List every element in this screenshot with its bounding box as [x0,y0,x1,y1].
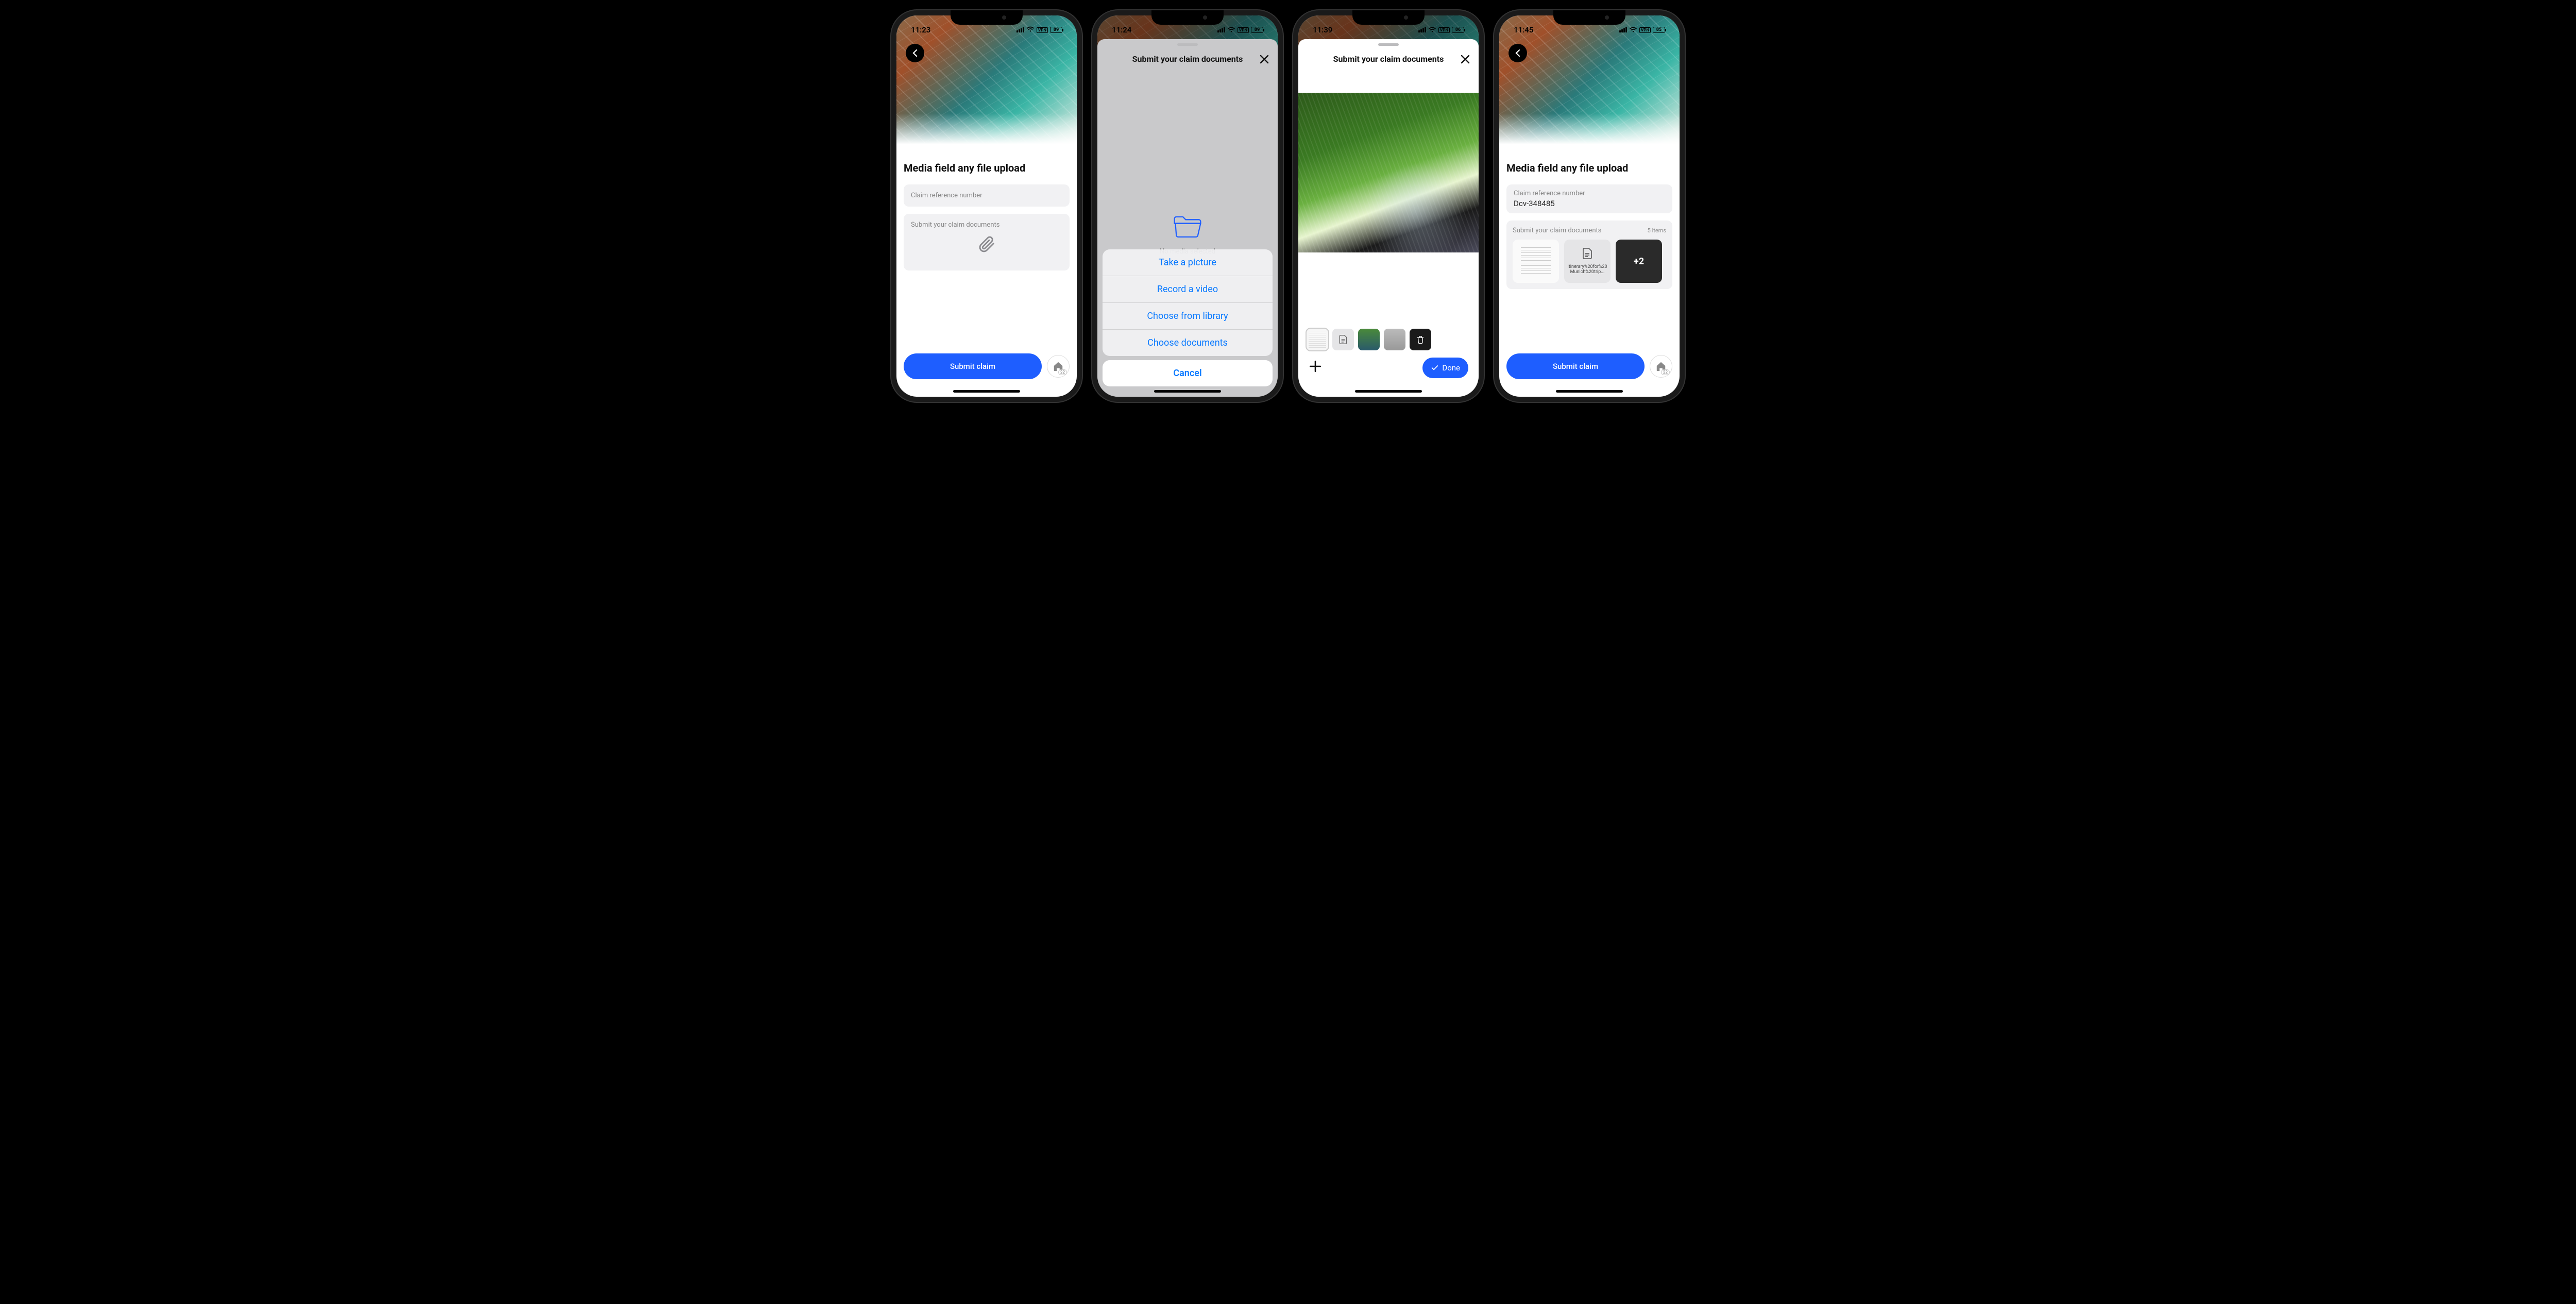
thumbnail-delete[interactable] [1410,329,1431,350]
vpn-indicator: VPN [1438,27,1450,33]
input-label: Claim reference number [1514,190,1665,197]
record-video-button[interactable]: Record a video [1103,276,1273,303]
trash-icon [1416,335,1425,344]
home-indicator[interactable] [1355,390,1422,393]
attachment-thumbnail[interactable] [1513,240,1559,283]
media-review-sheet: Submit your claim documents [1298,39,1479,397]
sheet-title: Submit your claim documents [1132,54,1243,64]
chevron-left-icon [1515,49,1520,57]
plus-icon [1309,360,1322,373]
close-button[interactable] [1259,54,1269,67]
docs-label: Submit your claim documents [911,221,999,229]
status-time: 11:23 [911,25,930,35]
home-badge: 22 [1058,369,1067,375]
phone-2: 11:24 VPN 89 Submit your claim documents [1092,10,1283,402]
attachment-thumbnail[interactable]: Itinerary%20for%20Munich%20trip... [1564,240,1611,283]
home-indicator[interactable] [1556,390,1623,393]
thumbnail-photo[interactable] [1384,329,1405,350]
cellular-icon [1217,27,1225,32]
submit-documents-field[interactable]: Submit your claim documents 5 items Itin… [1506,221,1672,289]
close-icon [1259,54,1269,64]
home-fab[interactable]: 22 [1047,355,1070,378]
chevron-left-icon [912,49,918,57]
close-icon [1460,54,1470,64]
file-icon [1338,334,1348,345]
battery-indicator: 89 [1251,27,1263,33]
wifi-icon [1428,27,1436,33]
attachment-more[interactable]: +2 [1616,240,1662,283]
folder-icon [1173,214,1202,239]
check-icon [1431,364,1439,372]
close-button[interactable] [1460,54,1470,67]
submit-claim-button[interactable]: Submit claim [904,353,1042,379]
vpn-indicator: VPN [1037,27,1048,33]
battery-indicator: 89 [1050,27,1062,33]
attachment-icon [978,235,995,257]
wifi-icon [1227,27,1235,33]
take-picture-button[interactable]: Take a picture [1103,249,1273,276]
device-notch [1352,10,1425,25]
device-notch [951,10,1023,25]
sheet-drag-handle[interactable] [1177,43,1198,46]
back-button[interactable] [1509,44,1527,62]
submit-claim-button[interactable]: Submit claim [1506,353,1645,379]
cancel-button[interactable]: Cancel [1103,360,1273,386]
vpn-indicator: VPN [1639,27,1651,33]
cellular-icon [1418,27,1426,32]
file-icon [1581,247,1594,263]
claim-reference-input[interactable]: Claim reference number [904,184,1070,207]
sheet-title: Submit your claim documents [1333,54,1444,64]
media-preview[interactable] [1298,93,1479,252]
page-title: Media field any file upload [904,162,1070,174]
home-badge: 22 [1661,369,1670,375]
add-media-button[interactable] [1309,359,1322,377]
vpn-indicator: VPN [1238,27,1249,33]
done-label: Done [1442,363,1460,372]
phone-1: 11:23 VPN 89 Media field any file upload… [891,10,1082,402]
claim-reference-input[interactable]: Claim reference number Dcv-348485 [1506,184,1672,213]
cellular-icon [1619,27,1627,32]
phone-4: 11:45 VPN 85 Media field any file upload… [1494,10,1685,402]
action-sheet: Take a picture Record a video Choose fro… [1103,249,1273,391]
thumbnail-strip [1298,329,1479,350]
wifi-icon [1026,26,1035,34]
attachment-filename: Itinerary%20for%20Munich%20trip... [1566,265,1608,275]
wifi-icon [1629,27,1637,33]
battery-indicator: 86 [1452,27,1464,33]
page-title: Media field any file upload [1506,162,1672,174]
battery-indicator: 85 [1653,27,1665,33]
status-time: 11:45 [1514,25,1533,35]
submit-documents-field[interactable]: Submit your claim documents [904,214,1070,270]
sheet-drag-handle[interactable] [1378,43,1399,46]
status-time: 11:24 [1112,25,1131,35]
input-value: Dcv-348485 [1514,199,1665,208]
choose-documents-button[interactable]: Choose documents [1103,330,1273,356]
items-count: 5 items [1648,227,1666,234]
status-time: 11:39 [1313,25,1332,35]
home-fab[interactable]: 22 [1650,355,1672,378]
device-notch [1553,10,1625,25]
phone-3: 11:39 VPN 86 Submit your claim documents [1293,10,1484,402]
docs-label: Submit your claim documents [1513,227,1601,234]
choose-library-button[interactable]: Choose from library [1103,303,1273,330]
thumbnail-file[interactable] [1332,329,1354,350]
done-button[interactable]: Done [1422,358,1468,378]
thumbnail-document[interactable] [1307,329,1328,350]
input-placeholder: Claim reference number [911,192,1062,199]
cellular-icon [1016,27,1024,32]
device-notch [1151,10,1224,25]
home-indicator[interactable] [1154,390,1221,393]
thumbnail-photo[interactable] [1358,329,1380,350]
back-button[interactable] [906,44,924,62]
home-indicator[interactable] [953,390,1020,393]
